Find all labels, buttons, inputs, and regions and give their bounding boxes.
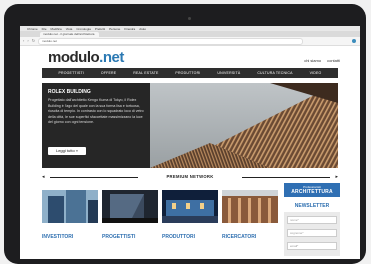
site-header: modulo.net chi siamo contatti (20, 46, 360, 68)
hero-banner: ROLEX BUILDING Progettato dall'architett… (42, 83, 338, 168)
surname-field[interactable]: cognome* (287, 229, 337, 237)
card-progettisti[interactable]: PROGETTISTI (102, 190, 158, 240)
card-image (222, 190, 278, 223)
back-icon[interactable]: ‹ (23, 39, 24, 43)
site-logo[interactable]: modulo.net (48, 49, 124, 66)
link-contatti[interactable]: contatti (327, 58, 340, 63)
link-chi-siamo[interactable]: chi siamo (304, 58, 321, 63)
hero-building-image (150, 83, 338, 168)
nav-item[interactable]: PROGETTISTI (58, 71, 84, 75)
os-menu-item[interactable]: Aiuto (139, 27, 146, 31)
card-label: PRODUTTORI (162, 234, 195, 240)
browser-tab[interactable]: modulo.net - il giornale dell'architettu… (40, 32, 99, 37)
browser-tabbar: modulo.net - il giornale dell'architettu… (20, 31, 360, 37)
profile-icon[interactable] (352, 39, 356, 43)
forward-icon[interactable]: › (27, 39, 28, 43)
os-menu-item[interactable]: Preferiti (95, 27, 105, 31)
card-label: INVESTITORI (42, 234, 74, 240)
nav-item[interactable]: PRODUTTORI (175, 71, 200, 75)
premium-cards: INVESTITORI PROGETTISTI PRODUTTORI RICER… (42, 190, 278, 259)
card-produttori[interactable]: PRODUTTORI (162, 190, 218, 240)
premium-network-divider: ◂ PREMIUM NETWORK ▸ (42, 174, 338, 181)
read-more-button[interactable]: Leggi tutto » (48, 147, 86, 155)
divider-line (242, 177, 330, 178)
card-image (162, 190, 218, 223)
nav-item[interactable]: CULTURA TECNICA (257, 71, 292, 75)
nav-item[interactable]: VIDEO (310, 71, 322, 75)
screen: Chrome File Modifica Vista Cronologia Pr… (20, 26, 360, 259)
os-menu-item[interactable]: Finestra (124, 27, 135, 31)
hero-text-panel: ROLEX BUILDING Progettato dall'architett… (42, 83, 150, 168)
header-links: chi siamo contatti (304, 58, 340, 63)
os-menu-item[interactable]: File (42, 27, 47, 31)
card-label: PROGETTISTI (102, 234, 136, 240)
os-menu-item[interactable]: Vista (66, 27, 73, 31)
main-nav: PROGETTISTI OFFERE REAL ESTATE PRODUTTOR… (42, 68, 338, 78)
card-image (42, 190, 98, 223)
os-menu-item[interactable]: Cronologia (76, 27, 91, 31)
os-menu-item[interactable]: Chrome (27, 27, 38, 31)
url-input[interactable]: modulo.net (38, 37, 304, 45)
hero-title: ROLEX BUILDING (48, 89, 91, 95)
laptop-frame: Chrome File Modifica Vista Cronologia Pr… (4, 4, 366, 264)
newsletter-title: NEWSLETTER (294, 203, 330, 209)
card-label: RICERCATORI (222, 234, 257, 240)
os-menu-item[interactable]: Modifica (51, 27, 62, 31)
card-ricercatori[interactable]: RICERCATORI (222, 190, 278, 240)
hero-description: Progettato dall'architetto Kengo Kuma di… (48, 98, 144, 125)
architettura-banner[interactable]: Professionisti ARCHITETTURA (284, 183, 340, 197)
arch-big-label: ARCHITETTURA (291, 189, 333, 195)
nav-item[interactable]: REAL ESTATE (133, 71, 158, 75)
camera-icon (188, 17, 191, 20)
logo-main: modulo (48, 49, 100, 66)
card-investitori[interactable]: INVESTITORI (42, 190, 98, 240)
card-image (102, 190, 158, 223)
logo-dot: .net (99, 49, 124, 66)
reload-icon[interactable]: ↻ (32, 39, 35, 43)
email-field[interactable]: email* (287, 242, 337, 250)
newsletter-form: nome* cognome* email* (284, 212, 340, 256)
os-menu-item[interactable]: Persone (109, 27, 120, 31)
nav-item[interactable]: UNIVERSITÀ (217, 71, 240, 75)
browser-addressbar: ‹ › ↻ modulo.net (20, 37, 360, 46)
nav-item[interactable]: OFFERE (101, 71, 116, 75)
next-arrow-icon[interactable]: ▸ (335, 174, 338, 181)
sidebar: Professionisti ARCHITETTURA NEWSLETTER n… (284, 183, 340, 259)
name-field[interactable]: nome* (287, 216, 337, 224)
